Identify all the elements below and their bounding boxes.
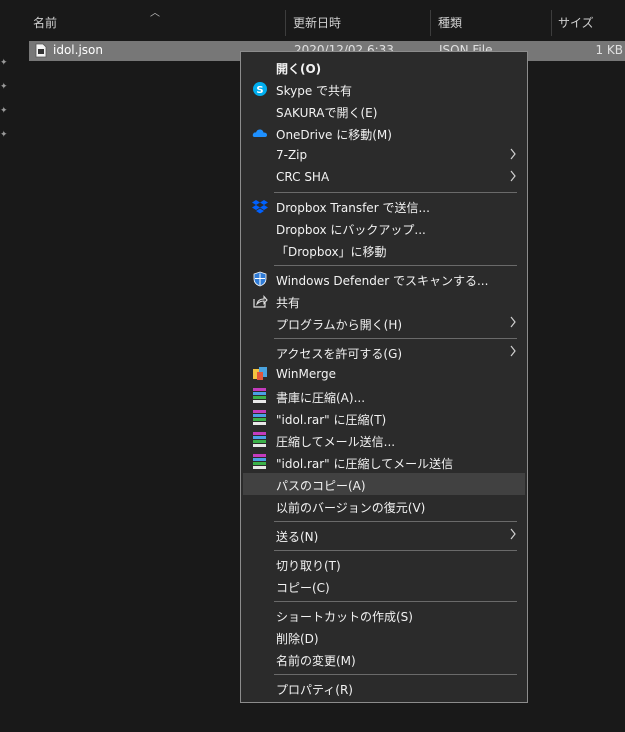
menu-create-shortcut[interactable]: ショートカットの作成(S) <box>243 604 525 626</box>
winrar-icon <box>253 432 266 448</box>
pin-icon[interactable]: ✦ <box>0 82 10 92</box>
winrar-icon <box>253 388 266 404</box>
menu-7zip[interactable]: 7-Zip <box>243 144 525 166</box>
menu-compress-email[interactable]: 圧縮してメール送信... <box>243 429 525 451</box>
menu-separator <box>274 192 517 193</box>
skype-icon: S <box>252 81 268 97</box>
column-size[interactable]: サイズ <box>558 14 594 30</box>
menu-separator <box>274 550 517 551</box>
pin-icon[interactable]: ✦ <box>0 106 10 116</box>
menu-separator <box>274 338 517 339</box>
column-header: ︿ 名前 更新日時 種類 サイズ <box>0 0 625 40</box>
menu-separator <box>274 601 517 602</box>
menu-dropbox-backup[interactable]: Dropbox にバックアップ... <box>243 217 525 239</box>
menu-separator <box>274 521 517 522</box>
menu-send-to[interactable]: 送る(N) <box>243 524 525 546</box>
menu-dropbox-transfer[interactable]: Dropbox Transfer で送信... <box>243 195 525 217</box>
sort-ascending-icon: ︿ <box>150 4 160 19</box>
menu-compress-rar[interactable]: "idol.rar" に圧縮(T) <box>243 407 525 429</box>
menu-cut[interactable]: 切り取り(T) <box>243 553 525 575</box>
chevron-right-icon <box>509 528 517 540</box>
menu-delete[interactable]: 削除(D) <box>243 626 525 648</box>
dropbox-icon <box>252 198 268 214</box>
menu-separator <box>274 265 517 266</box>
shield-icon <box>252 271 268 287</box>
column-modified[interactable]: 更新日時 <box>293 14 341 30</box>
winrar-icon <box>253 410 266 426</box>
menu-copy[interactable]: コピー(C) <box>243 575 525 597</box>
context-menu: 開く(O) S Skype で共有 SAKURAで開く(E) OneDrive … <box>240 51 528 703</box>
menu-crc-sha[interactable]: CRC SHA <box>243 166 525 188</box>
menu-give-access[interactable]: アクセスを許可する(G) <box>243 341 525 363</box>
file-size: 1 KB <box>595 43 623 57</box>
column-divider[interactable] <box>551 10 552 36</box>
chevron-right-icon <box>509 316 517 328</box>
menu-winmerge[interactable]: WinMerge <box>243 363 525 385</box>
menu-restore-previous[interactable]: 以前のバージョンの復元(V) <box>243 495 525 517</box>
chevron-right-icon <box>509 148 517 160</box>
pin-icon[interactable]: ✦ <box>0 130 10 140</box>
column-type[interactable]: 種類 <box>438 14 462 30</box>
file-name: idol.json <box>53 43 103 57</box>
onedrive-cloud-icon <box>252 125 268 141</box>
column-divider[interactable] <box>430 10 431 36</box>
menu-defender-scan[interactable]: Windows Defender でスキャンする... <box>243 268 525 290</box>
chevron-right-icon <box>509 345 517 357</box>
svg-text:S: S <box>256 85 263 96</box>
share-icon <box>252 293 268 309</box>
menu-separator <box>274 674 517 675</box>
menu-add-archive[interactable]: 書庫に圧縮(A)... <box>243 385 525 407</box>
menu-rename[interactable]: 名前の変更(M) <box>243 648 525 670</box>
menu-onedrive-move[interactable]: OneDrive に移動(M) <box>243 122 525 144</box>
pin-icon[interactable]: ✦ <box>0 58 10 68</box>
menu-properties[interactable]: プロパティ(R) <box>243 677 525 699</box>
winrar-icon <box>253 454 266 470</box>
menu-share[interactable]: 共有 <box>243 290 525 312</box>
menu-open[interactable]: 開く(O) <box>243 56 525 78</box>
menu-open-with[interactable]: プログラムから開く(H) <box>243 312 525 334</box>
chevron-right-icon <box>509 170 517 182</box>
menu-copy-path[interactable]: パスのコピー(A) <box>243 473 525 495</box>
menu-dropbox-move[interactable]: 「Dropbox」に移動 <box>243 239 525 261</box>
menu-sakura-open[interactable]: SAKURAで開く(E) <box>243 100 525 122</box>
menu-compress-rar-email[interactable]: "idol.rar" に圧縮してメール送信 <box>243 451 525 473</box>
column-divider[interactable] <box>285 10 286 36</box>
json-file-icon <box>35 43 47 58</box>
column-name[interactable]: 名前 <box>33 14 57 30</box>
menu-skype-share[interactable]: S Skype で共有 <box>243 78 525 100</box>
winmerge-icon <box>252 366 268 382</box>
